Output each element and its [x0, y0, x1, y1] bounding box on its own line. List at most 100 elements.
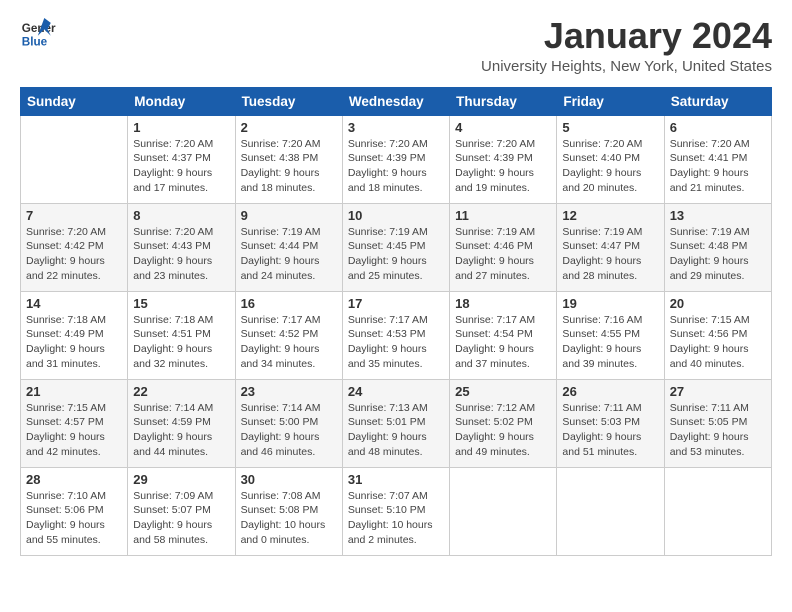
day-number: 5 — [562, 120, 658, 135]
day-info: Sunrise: 7:19 AMSunset: 4:44 PMDaylight:… — [241, 225, 337, 284]
day-number: 14 — [26, 296, 122, 311]
day-info: Sunrise: 7:20 AMSunset: 4:40 PMDaylight:… — [562, 137, 658, 196]
day-info: Sunrise: 7:16 AMSunset: 4:55 PMDaylight:… — [562, 313, 658, 372]
calendar-cell: 22 Sunrise: 7:14 AMSunset: 4:59 PMDayligh… — [128, 379, 235, 467]
calendar-cell: 27 Sunrise: 7:11 AMSunset: 5:05 PMDayligh… — [664, 379, 771, 467]
day-info: Sunrise: 7:12 AMSunset: 5:02 PMDaylight:… — [455, 401, 551, 460]
day-number: 18 — [455, 296, 551, 311]
day-info: Sunrise: 7:20 AMSunset: 4:43 PMDaylight:… — [133, 225, 229, 284]
day-info: Sunrise: 7:17 AMSunset: 4:54 PMDaylight:… — [455, 313, 551, 372]
header-row: Sunday Monday Tuesday Wednesday Thursday… — [21, 87, 772, 115]
day-number: 27 — [670, 384, 766, 399]
logo-icon: General Blue — [20, 16, 56, 52]
day-number: 19 — [562, 296, 658, 311]
calendar-cell — [450, 467, 557, 555]
calendar-cell: 28 Sunrise: 7:10 AMSunset: 5:06 PMDayligh… — [21, 467, 128, 555]
calendar-cell: 11 Sunrise: 7:19 AMSunset: 4:46 PMDayligh… — [450, 203, 557, 291]
calendar-cell: 26Sunrise: 7:11 AMSunset: 5:03 PMDayligh… — [557, 379, 664, 467]
calendar-cell: 10Sunrise: 7:19 AMSunset: 4:45 PMDayligh… — [342, 203, 449, 291]
day-number: 16 — [241, 296, 337, 311]
calendar-cell: 23 Sunrise: 7:14 AMSunset: 5:00 PMDayligh… — [235, 379, 342, 467]
day-info: Sunrise: 7:19 AMSunset: 4:46 PMDaylight:… — [455, 225, 551, 284]
day-number: 15 — [133, 296, 229, 311]
day-number: 13 — [670, 208, 766, 223]
day-info: Sunrise: 7:17 AMSunset: 4:53 PMDaylight:… — [348, 313, 444, 372]
day-info: Sunrise: 7:11 AMSunset: 5:03 PMDaylight:… — [562, 401, 658, 460]
calendar-cell: 29Sunrise: 7:09 AMSunset: 5:07 PMDayligh… — [128, 467, 235, 555]
day-number: 3 — [348, 120, 444, 135]
calendar-cell: 7 Sunrise: 7:20 AMSunset: 4:42 PMDaylight… — [21, 203, 128, 291]
day-number: 17 — [348, 296, 444, 311]
calendar-week-4: 21 Sunrise: 7:15 AMSunset: 4:57 PMDayligh… — [21, 379, 772, 467]
day-info: Sunrise: 7:13 AMSunset: 5:01 PMDaylight:… — [348, 401, 444, 460]
day-number: 10 — [348, 208, 444, 223]
day-info: Sunrise: 7:09 AMSunset: 5:07 PMDaylight:… — [133, 489, 229, 548]
day-number: 24 — [348, 384, 444, 399]
calendar-cell: 15 Sunrise: 7:18 AMSunset: 4:51 PMDayligh… — [128, 291, 235, 379]
day-number: 21 — [26, 384, 122, 399]
day-info: Sunrise: 7:18 AMSunset: 4:49 PMDaylight:… — [26, 313, 122, 372]
day-info: Sunrise: 7:07 AMSunset: 5:10 PMDaylight:… — [348, 489, 444, 548]
day-number: 6 — [670, 120, 766, 135]
day-info: Sunrise: 7:17 AMSunset: 4:52 PMDaylight:… — [241, 313, 337, 372]
day-info: Sunrise: 7:15 AMSunset: 4:57 PMDaylight:… — [26, 401, 122, 460]
calendar-week-2: 7 Sunrise: 7:20 AMSunset: 4:42 PMDaylight… — [21, 203, 772, 291]
day-info: Sunrise: 7:19 AMSunset: 4:48 PMDaylight:… — [670, 225, 766, 284]
day-number: 20 — [670, 296, 766, 311]
day-number: 1 — [133, 120, 229, 135]
day-info: Sunrise: 7:20 AMSunset: 4:39 PMDaylight:… — [455, 137, 551, 196]
day-number: 9 — [241, 208, 337, 223]
calendar-cell: 13 Sunrise: 7:19 AMSunset: 4:48 PMDayligh… — [664, 203, 771, 291]
calendar-cell: 2Sunrise: 7:20 AMSunset: 4:38 PMDaylight… — [235, 115, 342, 203]
calendar-cell: 14 Sunrise: 7:18 AMSunset: 4:49 PMDayligh… — [21, 291, 128, 379]
calendar-cell: 31 Sunrise: 7:07 AMSunset: 5:10 PMDayligh… — [342, 467, 449, 555]
calendar-week-1: 1 Sunrise: 7:20 AMSunset: 4:37 PMDaylight… — [21, 115, 772, 203]
day-number: 8 — [133, 208, 229, 223]
day-info: Sunrise: 7:14 AMSunset: 4:59 PMDaylight:… — [133, 401, 229, 460]
day-number: 22 — [133, 384, 229, 399]
calendar-cell: 30 Sunrise: 7:08 AMSunset: 5:08 PMDayligh… — [235, 467, 342, 555]
calendar-header: Sunday Monday Tuesday Wednesday Thursday… — [21, 87, 772, 115]
day-number: 2 — [241, 120, 337, 135]
logo: General Blue — [20, 16, 56, 52]
calendar-cell: 17 Sunrise: 7:17 AMSunset: 4:53 PMDayligh… — [342, 291, 449, 379]
calendar-cell: 19 Sunrise: 7:16 AMSunset: 4:55 PMDayligh… — [557, 291, 664, 379]
calendar-cell: 1 Sunrise: 7:20 AMSunset: 4:37 PMDaylight… — [128, 115, 235, 203]
day-number: 7 — [26, 208, 122, 223]
header-friday: Friday — [557, 87, 664, 115]
calendar-cell: 5 Sunrise: 7:20 AMSunset: 4:40 PMDaylight… — [557, 115, 664, 203]
day-number: 11 — [455, 208, 551, 223]
calendar-cell: 9 Sunrise: 7:19 AMSunset: 4:44 PMDaylight… — [235, 203, 342, 291]
header-thursday: Thursday — [450, 87, 557, 115]
day-info: Sunrise: 7:18 AMSunset: 4:51 PMDaylight:… — [133, 313, 229, 372]
day-info: Sunrise: 7:11 AMSunset: 5:05 PMDaylight:… — [670, 401, 766, 460]
calendar-table: Sunday Monday Tuesday Wednesday Thursday… — [20, 87, 772, 556]
header-tuesday: Tuesday — [235, 87, 342, 115]
day-number: 31 — [348, 472, 444, 487]
day-number: 30 — [241, 472, 337, 487]
calendar-cell: 3 Sunrise: 7:20 AMSunset: 4:39 PMDaylight… — [342, 115, 449, 203]
calendar-cell: 8 Sunrise: 7:20 AMSunset: 4:43 PMDaylight… — [128, 203, 235, 291]
day-info: Sunrise: 7:08 AMSunset: 5:08 PMDaylight:… — [241, 489, 337, 548]
title-area: January 2024 University Heights, New Yor… — [481, 16, 772, 75]
header-sunday: Sunday — [21, 87, 128, 115]
day-number: 23 — [241, 384, 337, 399]
day-info: Sunrise: 7:20 AMSunset: 4:37 PMDaylight:… — [133, 137, 229, 196]
calendar-cell: 20 Sunrise: 7:15 AMSunset: 4:56 PMDayligh… — [664, 291, 771, 379]
day-info: Sunrise: 7:15 AMSunset: 4:56 PMDaylight:… — [670, 313, 766, 372]
calendar-cell: 6Sunrise: 7:20 AMSunset: 4:41 PMDaylight… — [664, 115, 771, 203]
day-info: Sunrise: 7:20 AMSunset: 4:42 PMDaylight:… — [26, 225, 122, 284]
day-number: 12 — [562, 208, 658, 223]
calendar-cell: 24 Sunrise: 7:13 AMSunset: 5:01 PMDayligh… — [342, 379, 449, 467]
day-number: 4 — [455, 120, 551, 135]
calendar-cell: 25Sunrise: 7:12 AMSunset: 5:02 PMDayligh… — [450, 379, 557, 467]
day-info: Sunrise: 7:20 AMSunset: 4:39 PMDaylight:… — [348, 137, 444, 196]
day-info: Sunrise: 7:14 AMSunset: 5:00 PMDaylight:… — [241, 401, 337, 460]
calendar-week-5: 28 Sunrise: 7:10 AMSunset: 5:06 PMDayligh… — [21, 467, 772, 555]
day-info: Sunrise: 7:10 AMSunset: 5:06 PMDaylight:… — [26, 489, 122, 548]
header-wednesday: Wednesday — [342, 87, 449, 115]
day-number: 28 — [26, 472, 122, 487]
calendar-subtitle: University Heights, New York, United Sta… — [481, 58, 772, 75]
calendar-cell: 4 Sunrise: 7:20 AMSunset: 4:39 PMDaylight… — [450, 115, 557, 203]
calendar-cell: 16 Sunrise: 7:17 AMSunset: 4:52 PMDayligh… — [235, 291, 342, 379]
